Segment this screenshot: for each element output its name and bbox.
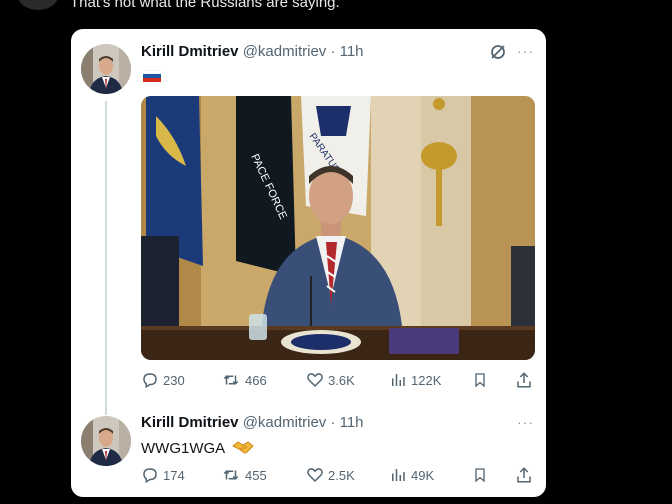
tweet2-header: Kirill Dmitriev @kadmitriev · 11h	[141, 414, 364, 431]
views-button-2[interactable]: 49K	[389, 466, 434, 484]
views-icon	[392, 374, 405, 386]
tweet2-actions: 174 455 2.5K 49K	[141, 466, 541, 486]
author-handle[interactable]: @kadmitriev	[243, 43, 327, 60]
like-button[interactable]: 3.6K	[306, 371, 355, 389]
view-count-2: 49K	[411, 467, 435, 483]
thread-connector-line	[105, 101, 107, 415]
like-button-2[interactable]: 2.5K	[306, 466, 355, 484]
share-icon	[517, 467, 531, 483]
author-avatar[interactable]	[81, 44, 131, 94]
reply-button[interactable]: 230	[141, 371, 185, 389]
reply-button-2[interactable]: 174	[141, 466, 185, 484]
heart-icon	[307, 468, 323, 483]
bookmark-button[interactable]	[472, 371, 488, 389]
reply-count: 230	[163, 372, 185, 388]
reply-count-2: 174	[163, 467, 185, 483]
tweet2-body: WWG1WGA	[141, 439, 254, 457]
tweet2-text: WWG1WGA	[141, 440, 225, 457]
repost-icon	[223, 375, 239, 385]
tweet1-actions: 230 466 3.6K 122K	[141, 371, 541, 391]
bookmark-icon	[475, 468, 485, 483]
repost-button[interactable]: 466	[221, 371, 267, 389]
russia-flag-icon	[142, 69, 162, 82]
parent-avatar[interactable]	[18, 0, 58, 10]
repost-count: 466	[245, 372, 267, 388]
quoted-thread-card[interactable]: Kirill Dmitriev @kadmitriev · 11h ··· PA…	[71, 29, 546, 497]
reply-icon	[143, 468, 157, 484]
tweet-time-2[interactable]: · 11h	[330, 414, 363, 431]
repost-count-2: 455	[245, 467, 267, 483]
share-button[interactable]	[515, 371, 533, 389]
repost-button-2[interactable]: 455	[221, 466, 267, 484]
share-button-2[interactable]	[515, 466, 533, 484]
views-button[interactable]: 122K	[389, 371, 441, 389]
handshake-icon	[231, 441, 254, 454]
more-options-icon-2[interactable]: ···	[517, 414, 534, 430]
tweet-time[interactable]: · 11h	[330, 43, 363, 60]
author-handle-2[interactable]: @kadmitriev	[243, 414, 327, 431]
parent-tweet-text: That's not what the Russians are saying.	[70, 0, 340, 11]
author-avatar-2[interactable]	[81, 416, 131, 466]
like-count-2: 2.5K	[328, 467, 355, 483]
views-icon	[392, 469, 405, 481]
bookmark-icon	[475, 373, 485, 388]
author-name[interactable]: Kirill Dmitriev	[141, 43, 239, 60]
more-options-icon[interactable]: ···	[517, 43, 534, 59]
share-icon	[517, 372, 531, 388]
tweet-photo[interactable]: PACE FORCE PARATUS	[141, 96, 535, 360]
tweet1-header: Kirill Dmitriev @kadmitriev · 11h	[141, 43, 364, 60]
bookmark-button-2[interactable]	[472, 466, 488, 484]
author-name-2[interactable]: Kirill Dmitriev	[141, 414, 239, 431]
grok-icon[interactable]	[489, 43, 507, 66]
reply-icon	[143, 373, 157, 389]
repost-icon	[223, 470, 239, 480]
heart-icon	[307, 373, 323, 388]
view-count: 122K	[411, 372, 442, 388]
like-count: 3.6K	[328, 372, 355, 388]
